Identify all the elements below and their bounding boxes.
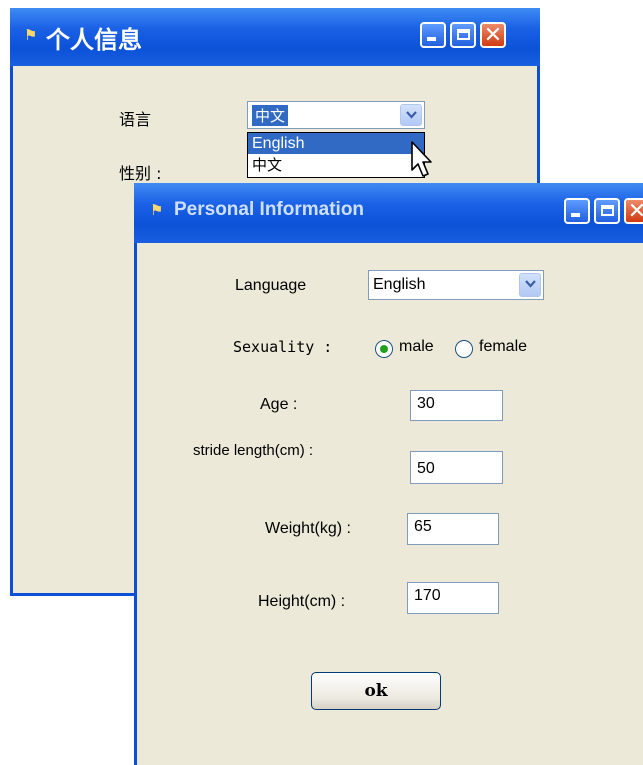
language-select-value: English [373,276,426,293]
chevron-down-icon [525,280,536,288]
back-window-titlebar[interactable]: ⚑ 个人信息 ✕ [10,8,540,66]
age-label: Age : [260,396,298,413]
sexuality-label: Sexuality : [233,338,333,356]
close-icon: ✕ [627,198,643,223]
dropdown-option-english[interactable]: English [248,133,424,154]
close-button[interactable]: ✕ [480,22,506,48]
close-button[interactable]: ✕ [624,198,643,224]
gender-label: 性别 : [119,164,162,183]
height-input[interactable]: 170 [407,582,499,614]
dropdown-arrow-button[interactable] [519,273,541,297]
ok-button-label: ok [364,681,388,701]
age-input[interactable]: 30 [410,390,503,421]
maximize-icon [457,29,470,40]
dropdown-option-chinese[interactable]: 中文 [248,154,424,176]
language-dropdown-list: English 中文 [247,132,425,178]
maximize-icon [601,205,614,216]
front-window: ⚑ Personal Information ✕ Language Englis… [134,183,643,765]
weight-label: Weight(kg) : [265,520,351,537]
female-radio-label[interactable]: female [479,338,527,356]
front-window-title: Personal Information [174,199,365,220]
language-select[interactable]: 中文 [247,101,425,129]
female-radio[interactable] [455,340,473,358]
mouse-cursor-icon [411,141,432,177]
stride-length-label: stride length(cm) : [193,442,314,459]
maximize-button[interactable] [594,198,620,224]
chevron-down-icon [406,111,417,119]
minimize-button[interactable] [420,22,446,48]
language-label: Language [235,277,307,294]
language-label: 语言 [119,110,152,129]
front-window-titlebar[interactable]: ⚑ Personal Information ✕ [134,183,643,243]
male-radio-label[interactable]: male [399,338,434,356]
ok-button[interactable]: ok [311,672,441,710]
dropdown-arrow-button[interactable] [400,104,422,126]
minimize-icon [427,37,436,41]
flag-icon: ⚑ [150,202,164,219]
language-select[interactable]: English [368,270,544,300]
male-radio[interactable] [375,340,393,358]
language-select-value: 中文 [252,105,289,126]
height-label: Height(cm) : [258,593,346,610]
stride-length-input[interactable]: 50 [410,451,503,484]
back-window-title: 个人信息 [46,26,142,54]
weight-input[interactable]: 65 [407,513,499,545]
maximize-button[interactable] [450,22,476,48]
close-icon: ✕ [483,22,503,47]
minimize-icon [571,213,580,217]
minimize-button[interactable] [564,198,590,224]
flag-icon: ⚑ [24,27,38,44]
